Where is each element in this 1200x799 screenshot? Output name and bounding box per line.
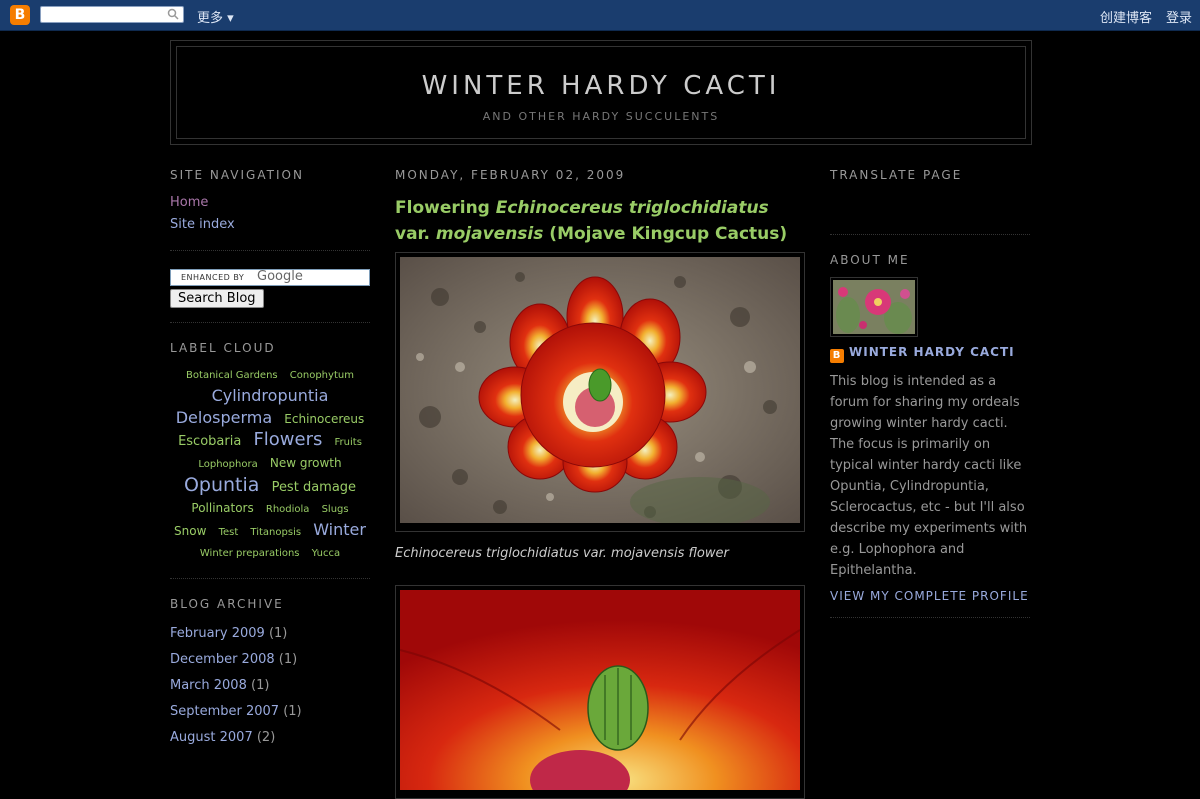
blog-archive-heading: BLOG ARCHIVE (170, 597, 284, 611)
label-cloud-item[interactable]: Slugs (322, 504, 349, 515)
archive-month-link[interactable]: August 2007 (170, 730, 253, 745)
google-search-input[interactable]: ENHANCED BY Google (170, 269, 370, 286)
main-column: MONDAY, FEBRUARY 02, 2009 Flowering Echi… (395, 168, 805, 799)
archive-item[interactable]: March 2008 (1) (170, 673, 370, 699)
archive-month-link[interactable]: September 2007 (170, 704, 279, 719)
label-cloud-item[interactable]: Winter preparations (200, 548, 300, 559)
create-blog-link[interactable]: 创建博客 (1100, 7, 1152, 26)
archive-count: (1) (278, 652, 298, 667)
label-cloud-item[interactable]: Conophytum (290, 370, 354, 381)
about-me-text: This blog is intended as a forum for sha… (830, 374, 1028, 578)
right-sidebar: TRANSLATE PAGE ABOUT ME B WINTER HARDY CA… (830, 168, 1030, 636)
archive-item[interactable]: February 2009 (1) (170, 621, 370, 647)
post-photo-frame (395, 252, 805, 532)
archive-month-link[interactable]: December 2008 (170, 652, 275, 667)
label-cloud-item[interactable]: Rhodiola (266, 504, 310, 515)
search-icon[interactable] (167, 8, 179, 20)
post-title-genus: Echinocereus triglochidiatus (495, 198, 769, 218)
label-cloud-item[interactable]: Cylindropuntia (212, 386, 329, 405)
archive-count: (1) (251, 678, 270, 693)
blogger-logo-icon[interactable]: B (10, 5, 30, 25)
label-cloud-item[interactable]: Test (219, 527, 239, 538)
nav-link-site-index[interactable]: Site index (170, 214, 370, 236)
navbar-search (40, 6, 184, 23)
blog-archive-list: February 2009 (1) December 2008 (1) March … (170, 621, 370, 751)
archive-item[interactable]: August 2007 (2) (170, 725, 370, 751)
photo-caption: Echinocereus triglochidiatus var. mojave… (395, 546, 729, 561)
profile-photo[interactable] (830, 277, 918, 337)
divider (170, 322, 370, 323)
label-cloud-item[interactable]: Winter (313, 520, 366, 539)
archive-item[interactable]: September 2007 (1) (170, 699, 370, 725)
about-me-heading: ABOUT ME (830, 253, 910, 267)
archive-month-link[interactable]: February 2009 (170, 626, 265, 641)
label-cloud-item[interactable]: Pollinators (191, 501, 253, 515)
label-cloud-item[interactable]: Echinocereus (284, 412, 364, 426)
label-cloud-item[interactable]: Pest damage (272, 480, 356, 495)
navbar-more-menu[interactable]: 更多 ▾ (197, 7, 234, 26)
profile-cactus-image (833, 280, 915, 334)
post-title-part: (Mojave Kingcup Cactus) (543, 224, 788, 244)
post-photo-frame-2 (395, 585, 805, 799)
site-navigation-heading: SITE NAVIGATION (170, 168, 304, 182)
left-sidebar: SITE NAVIGATION Home Site index ENHANCED… (170, 168, 370, 751)
divider (830, 234, 1030, 235)
label-cloud-item[interactable]: Flowers (253, 429, 322, 450)
post-title[interactable]: Flowering Echinocereus triglochidiatus v… (395, 195, 805, 247)
label-cloud-heading: LABEL CLOUD (170, 341, 276, 355)
label-cloud-item[interactable]: Fruits (335, 437, 362, 448)
enhanced-by-label: ENHANCED BY (181, 273, 245, 282)
sign-in-link[interactable]: 登录 (1166, 7, 1192, 26)
label-cloud-item[interactable]: Escobaria (178, 434, 241, 449)
divider (170, 578, 370, 579)
label-cloud-item[interactable]: Snow (174, 524, 206, 538)
label-cloud-item[interactable]: Opuntia (184, 474, 259, 496)
post-date: MONDAY, FEBRUARY 02, 2009 (395, 168, 626, 182)
divider (170, 250, 370, 251)
archive-count: (1) (283, 704, 302, 719)
post-title-part: var. (395, 224, 436, 244)
cactus-flower-closeup-photo[interactable] (399, 590, 801, 799)
label-cloud: Botanical Gardens Conophytum Cylindropun… (170, 365, 370, 564)
archive-count: (1) (268, 626, 288, 641)
archive-count: (2) (256, 730, 276, 745)
label-cloud-item[interactable]: Titanopsis (250, 527, 301, 538)
translate-page-heading: TRANSLATE PAGE (830, 168, 963, 182)
nav-link-home[interactable]: Home (170, 192, 370, 214)
blog-header: WINTER HARDY CACTI AND OTHER HARDY SUCCU… (170, 40, 1032, 145)
navbar-search-input[interactable] (41, 7, 169, 23)
blog-description: AND OTHER HARDY SUCCULENTS (482, 110, 720, 123)
label-cloud-item[interactable]: Lophophora (198, 459, 257, 470)
post-title-part: Flowering (395, 198, 496, 218)
blogger-profile-icon: B (830, 349, 844, 363)
post-title-variety: mojavensis (435, 224, 544, 244)
divider (830, 617, 1030, 618)
profile-name: WINTER HARDY CACTI (849, 345, 1015, 359)
label-cloud-item[interactable]: Yucca (312, 548, 340, 559)
archive-item[interactable]: December 2008 (1) (170, 647, 370, 673)
view-complete-profile-link[interactable]: VIEW MY COMPLETE PROFILE (830, 589, 1030, 603)
search-blog-button[interactable]: Search Blog (170, 289, 264, 308)
cactus-flower-photo[interactable] (400, 257, 800, 527)
archive-month-link[interactable]: March 2008 (170, 678, 247, 693)
blog-title[interactable]: WINTER HARDY CACTI (177, 71, 1025, 101)
label-cloud-item[interactable]: Delosperma (176, 408, 272, 427)
blog-header-inner: WINTER HARDY CACTI AND OTHER HARDY SUCCU… (176, 46, 1026, 139)
label-cloud-item[interactable]: New growth (270, 456, 342, 470)
profile-name-link[interactable]: B WINTER HARDY CACTI (830, 345, 1030, 363)
google-logo: Google (257, 269, 303, 284)
blogger-navbar: B 更多 ▾ 创建博客 登录 (0, 0, 1200, 31)
label-cloud-item[interactable]: Botanical Gardens (186, 370, 278, 381)
